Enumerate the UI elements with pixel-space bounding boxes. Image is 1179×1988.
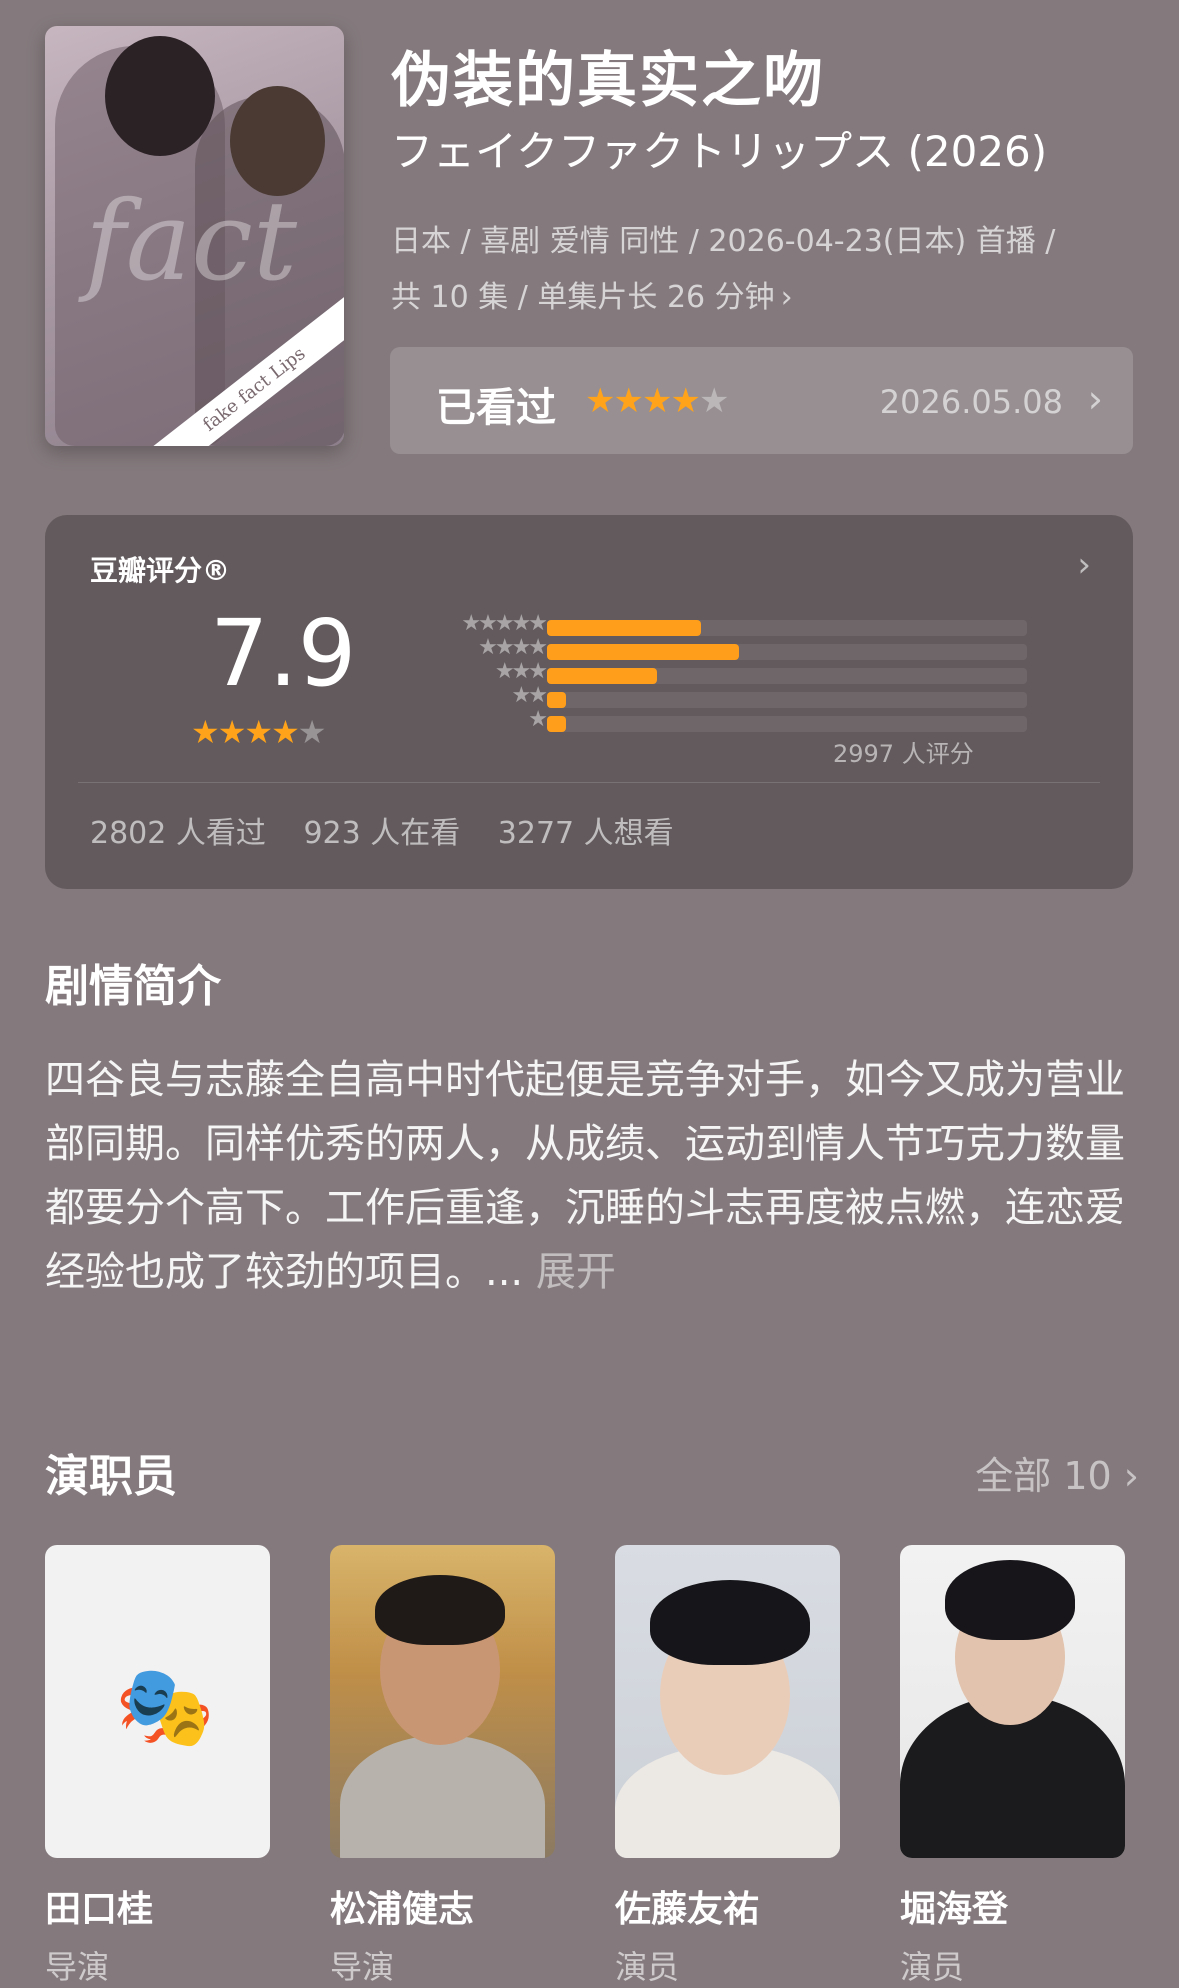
rating-distribution-row: ★★★★ [385, 635, 1045, 665]
cast-photo [615, 1545, 840, 1858]
rating-bar-fill [547, 644, 739, 660]
audience-stats: 2802 人看过 923 人在看 3277 人想看 [90, 808, 702, 852]
expand-link[interactable]: 展开 [536, 1249, 616, 1295]
star-empty-icon: ★ [698, 381, 730, 421]
rating-bar-fill [547, 692, 566, 708]
watched-status-button[interactable]: 已看过 ★★★★★ 2026.05.08 › [390, 347, 1133, 454]
star-filled-icon: ★ [613, 381, 644, 421]
rating-score: 7.9 [210, 600, 357, 707]
star-filled-icon: ★ [641, 381, 673, 421]
rating-bar-track [547, 716, 1027, 732]
cast-all-link[interactable]: 全部 10 › [975, 1445, 1139, 1500]
star-filled-icon: ★ [585, 381, 616, 421]
rating-bar-fill [547, 716, 566, 732]
rating-distribution-row: ★★ [385, 683, 1045, 713]
star-filled-icon: ★ [670, 381, 701, 421]
cast-name: 堀海登 [900, 1889, 1009, 1930]
rating-bar-track [547, 644, 1027, 660]
poster-image[interactable]: fact fake fact Lips [45, 26, 344, 446]
cast-photo [330, 1545, 555, 1858]
photo-body [340, 1735, 545, 1858]
rating-row-stars: ★★ [511, 683, 548, 708]
cast-member-card[interactable]: 松浦健志 导演 [330, 1545, 555, 1988]
cast-name: 田口桂 [45, 1889, 154, 1930]
cast-heading: 演职员 [45, 1451, 177, 1502]
original-title: フェイクファクトリップス (2026) [391, 127, 1048, 176]
rating-bar-track [547, 692, 1027, 708]
poster-script-lettering: fact [85, 177, 298, 305]
rating-distribution-row: ★★★ [385, 659, 1045, 689]
douban-rating-card[interactable]: 豆瓣评分® › 7.9 ★★★★★ ★★★★★ ★★★★ ★★★ ★★ ★ 2997 人… [45, 515, 1133, 889]
synopsis-text: 四谷良与志藤全自高中时代起便是竞争对手，如今又成为营业部同期。同样优秀的两人，从… [45, 1048, 1135, 1304]
star-filled-icon: ★ [191, 713, 220, 751]
chevron-right-icon: › [1123, 1454, 1139, 1498]
cast-member-card[interactable]: 佐藤友祐 演员 [615, 1545, 840, 1988]
chevron-right-icon[interactable]: › [1077, 545, 1091, 585]
cast-role: 演员 [615, 1948, 680, 1986]
star-empty-icon: ★ [297, 713, 327, 751]
meta-line-1: 日本 / 喜剧 爱情 同性 / 2026-04-23(日本) 首播 / [391, 224, 1056, 259]
rating-title: 豆瓣评分® [90, 554, 231, 587]
rating-bar-track [547, 620, 1027, 636]
rating-row-stars: ★★★ [494, 659, 548, 684]
star-filled-icon: ★ [217, 713, 247, 751]
watched-label: 已看过 [436, 385, 556, 431]
rating-bar-track [547, 668, 1027, 684]
rating-count: 2997 人评分 [833, 740, 974, 768]
cast-photo [900, 1545, 1125, 1858]
poster-head-left [105, 36, 215, 156]
star-filled-icon: ★ [244, 713, 273, 751]
photo-hair [375, 1575, 505, 1645]
rating-row-stars: ★★★★★ [461, 611, 548, 636]
cast-role: 演员 [900, 1948, 965, 1986]
cast-member-card[interactable]: 🎭 田口桂 导演 [45, 1545, 270, 1988]
rating-bar-fill [547, 668, 657, 684]
cast-name: 松浦健志 [330, 1889, 475, 1930]
page-title: 伪装的真实之吻 [391, 46, 825, 116]
watched-date: 2026.05.08 [879, 383, 1063, 421]
chevron-right-icon: › [1087, 377, 1103, 421]
watched-count[interactable]: 2802 人看过 [90, 816, 266, 851]
photo-hair [650, 1580, 810, 1665]
want-count[interactable]: 3277 人想看 [498, 816, 674, 851]
divider [78, 782, 1100, 783]
meta-line-2-text: 共 10 集 / 单集片长 26 分钟 [391, 280, 775, 315]
photo-hair [945, 1560, 1075, 1640]
rating-row-stars: ★ [528, 707, 548, 732]
watching-count[interactable]: 923 人在看 [303, 816, 460, 851]
rating-bar-fill [547, 620, 701, 636]
cast-photo-placeholder: 🎭 [45, 1545, 270, 1858]
rating-row-stars: ★★★★ [478, 635, 548, 660]
rating-score-stars: ★★★★★ [191, 713, 327, 751]
meta-line-2: 共 10 集 / 单集片长 26 分钟 › [391, 270, 1131, 326]
chevron-right-icon: › [780, 280, 793, 315]
synopsis-heading: 剧情简介 [45, 961, 221, 1012]
star-filled-icon: ★ [271, 713, 300, 751]
theater-mask-icon: 🎭 [115, 1660, 215, 1753]
cast-all-label: 全部 10 [975, 1454, 1112, 1498]
cast-role: 导演 [330, 1948, 395, 1986]
cast-name: 佐藤友祐 [615, 1889, 760, 1930]
watched-rating-stars: ★★★★★ [585, 381, 730, 421]
cast-role: 导演 [45, 1948, 110, 1986]
cast-member-card[interactable]: 堀海登 演员 [900, 1545, 1125, 1988]
meta-info[interactable]: 日本 / 喜剧 爱情 同性 / 2026-04-23(日本) 首播 / 共 10… [391, 214, 1131, 326]
